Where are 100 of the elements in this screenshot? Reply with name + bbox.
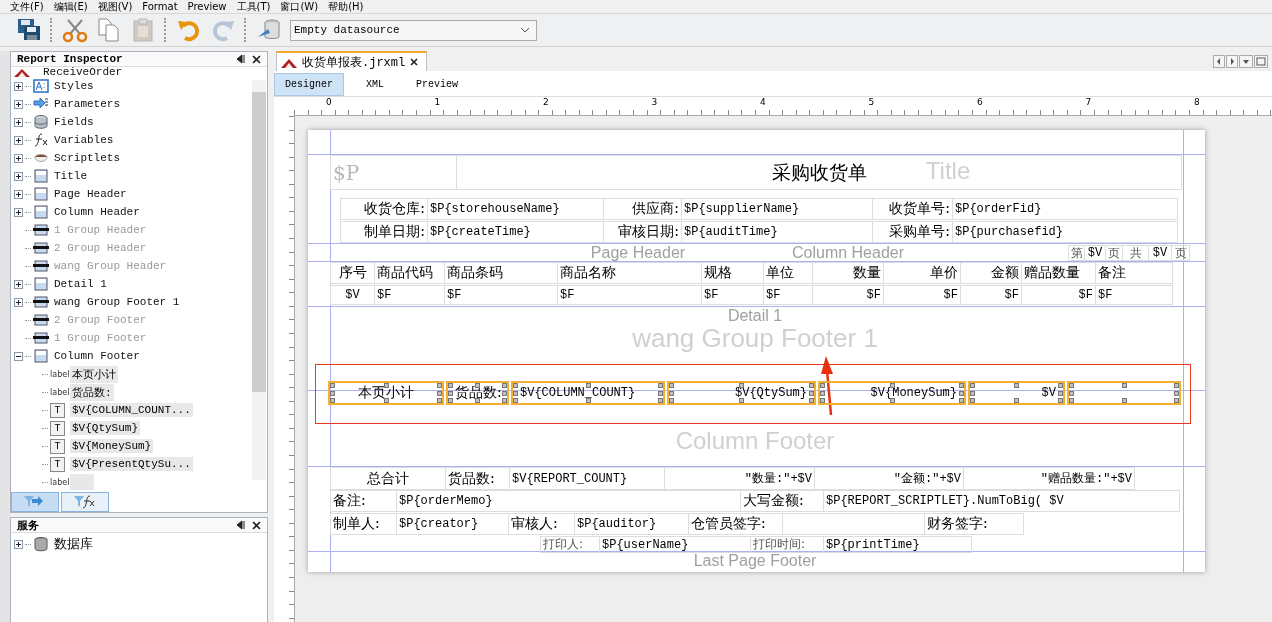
scissors-icon[interactable] xyxy=(62,17,88,43)
report-element[interactable]: 规格 xyxy=(701,262,764,284)
report-element[interactable]: 制单日期: xyxy=(340,221,428,243)
save-icon[interactable] xyxy=(16,17,42,43)
report-element[interactable]: 审核人: xyxy=(508,513,575,535)
datasource-dropdown[interactable]: Empty datasource xyxy=(290,19,537,41)
expander-icon[interactable] xyxy=(14,189,25,199)
report-element[interactable]: 采购单号: xyxy=(872,221,953,243)
tree-item[interactable]: Fields xyxy=(54,116,94,128)
tree-item[interactable]: $V{MoneySum} xyxy=(70,439,154,453)
function-filter-icon[interactable] xyxy=(61,492,109,512)
report-element[interactable]: $P{printTime} xyxy=(823,536,972,553)
dropdown-icon[interactable] xyxy=(1239,54,1253,68)
report-element[interactable]: 总合计 xyxy=(330,467,446,490)
menu-item[interactable]: 帮助(H) xyxy=(328,0,364,13)
report-element[interactable]: 商品代码 xyxy=(374,262,445,284)
expander-icon[interactable] xyxy=(14,207,25,217)
report-element[interactable]: $V{REPORT_COUNT} xyxy=(509,467,665,490)
scroll-left-icon[interactable] xyxy=(1213,54,1225,68)
report-element[interactable]: $F xyxy=(763,285,813,305)
report-element[interactable]: $P{supplierName} xyxy=(681,198,873,220)
tree-item[interactable]: ReceiveOrder xyxy=(43,66,123,78)
report-element[interactable]: $F xyxy=(960,285,1022,305)
tree-item[interactable]: Page Header xyxy=(54,188,127,200)
close-icon[interactable] xyxy=(410,58,419,66)
report-element[interactable]: $V xyxy=(330,285,375,305)
tree-item[interactable]: Title xyxy=(54,170,87,182)
report-element[interactable]: $P{creator} xyxy=(396,513,509,535)
report-element[interactable]: 制单人: xyxy=(330,513,397,535)
tree-item[interactable]: 数据库 xyxy=(54,535,93,553)
report-element[interactable]: 供应商: xyxy=(603,198,682,220)
report-element[interactable]: $P{createTime} xyxy=(427,221,604,243)
view-tab[interactable]: Preview xyxy=(406,74,469,95)
scrollbar[interactable] xyxy=(252,80,266,480)
report-element[interactable]: $F xyxy=(1095,285,1173,305)
report-element[interactable]: "赠品数量:"+$V xyxy=(963,467,1135,490)
report-element[interactable]: 货品数: xyxy=(445,467,510,490)
tree-item[interactable]: 本页小计 xyxy=(70,365,118,383)
report-element[interactable]: $F xyxy=(557,285,702,305)
tree-item[interactable]: Column Footer xyxy=(54,350,140,362)
report-element[interactable]: 商品条码 xyxy=(444,262,558,284)
tree-item[interactable]: $V{PresentQtySu... xyxy=(70,457,193,471)
menu-item[interactable]: Format xyxy=(142,0,178,13)
report-element[interactable]: $P{storehouseName} xyxy=(427,198,604,220)
report-element[interactable]: $V{QtySum} xyxy=(667,381,816,405)
report-element[interactable]: 财务签字: xyxy=(924,513,1024,535)
report-element[interactable]: $P{orderMemo} xyxy=(396,490,741,512)
report-element[interactable]: $P{auditor} xyxy=(574,513,689,535)
report-element[interactable]: 备注 xyxy=(1095,262,1173,284)
menu-item[interactable]: 窗口(W) xyxy=(280,0,319,13)
scroll-right-icon[interactable] xyxy=(1226,54,1238,68)
menu-item[interactable]: 工具(T) xyxy=(236,0,271,13)
tree-item[interactable]: Detail 1 xyxy=(54,278,107,290)
report-element[interactable]: "数量:"+$V xyxy=(664,467,815,490)
pin-icon[interactable] xyxy=(236,54,246,64)
report-element[interactable]: 备注: xyxy=(330,490,397,512)
parameter-filter-icon[interactable] xyxy=(11,492,59,512)
report-element[interactable]: 序号 xyxy=(330,262,375,284)
tree-item[interactable]: $V{QtySum} xyxy=(70,421,140,435)
expander-icon[interactable] xyxy=(14,297,25,307)
menu-item[interactable]: 文件(F) xyxy=(10,0,44,13)
report-element[interactable]: $V{COLUMN_COUNT} xyxy=(511,381,665,405)
report-element[interactable] xyxy=(1067,381,1181,405)
report-element[interactable]: $V{MoneySum} xyxy=(818,381,966,405)
expander-icon[interactable] xyxy=(14,351,25,361)
expander-icon[interactable] xyxy=(14,153,25,163)
close-icon[interactable] xyxy=(252,520,261,530)
report-element[interactable]: 单价 xyxy=(883,262,961,284)
expander-icon[interactable] xyxy=(14,135,25,145)
report-element[interactable]: $P{orderFid} xyxy=(952,198,1178,220)
report-element[interactable]: $P{auditTime} xyxy=(681,221,873,243)
tree-item[interactable]: $V{COLUMN_COUNT... xyxy=(70,403,193,417)
report-element[interactable]: $F xyxy=(374,285,445,305)
expander-icon[interactable] xyxy=(14,117,25,127)
report-element[interactable]: 商品名称 xyxy=(557,262,702,284)
tree-item[interactable]: Column Header xyxy=(54,206,140,218)
tree-item[interactable]: Scriptlets xyxy=(54,152,120,164)
report-element[interactable]: $F xyxy=(812,285,884,305)
tree-item[interactable]: 货品数: xyxy=(70,383,114,401)
report-element[interactable]: $P{userName} xyxy=(599,536,751,553)
menu-item[interactable]: Preview xyxy=(187,0,227,13)
tree-item[interactable]: Variables xyxy=(54,134,114,146)
report-element[interactable]: 大写金额: xyxy=(740,490,824,512)
report-element[interactable]: 打印时间: xyxy=(750,536,824,553)
report-element[interactable]: 审核日期: xyxy=(603,221,682,243)
tree-item[interactable]: wang Group Footer 1 xyxy=(54,296,180,308)
view-tab[interactable]: Designer xyxy=(274,73,344,96)
report-element[interactable]: 打印人: xyxy=(540,536,600,553)
menu-item[interactable]: 编辑(E) xyxy=(53,0,88,13)
report-element[interactable]: 本页小计 xyxy=(328,381,444,405)
report-element[interactable]: 赠品数量 xyxy=(1021,262,1096,284)
report-element[interactable]: "金额:"+$V xyxy=(814,467,964,490)
report-element[interactable]: $F xyxy=(444,285,558,305)
report-element[interactable]: 收货单号: xyxy=(872,198,953,220)
expander-icon[interactable] xyxy=(14,279,25,289)
tree-item[interactable]: Styles xyxy=(54,80,94,92)
report-element[interactable]: 仓管员签字: xyxy=(688,513,783,535)
report-element[interactable]: $F xyxy=(883,285,961,305)
editor-tab[interactable]: 收货单报表.jrxml xyxy=(276,51,428,71)
view-tab[interactable]: XML xyxy=(356,74,395,95)
